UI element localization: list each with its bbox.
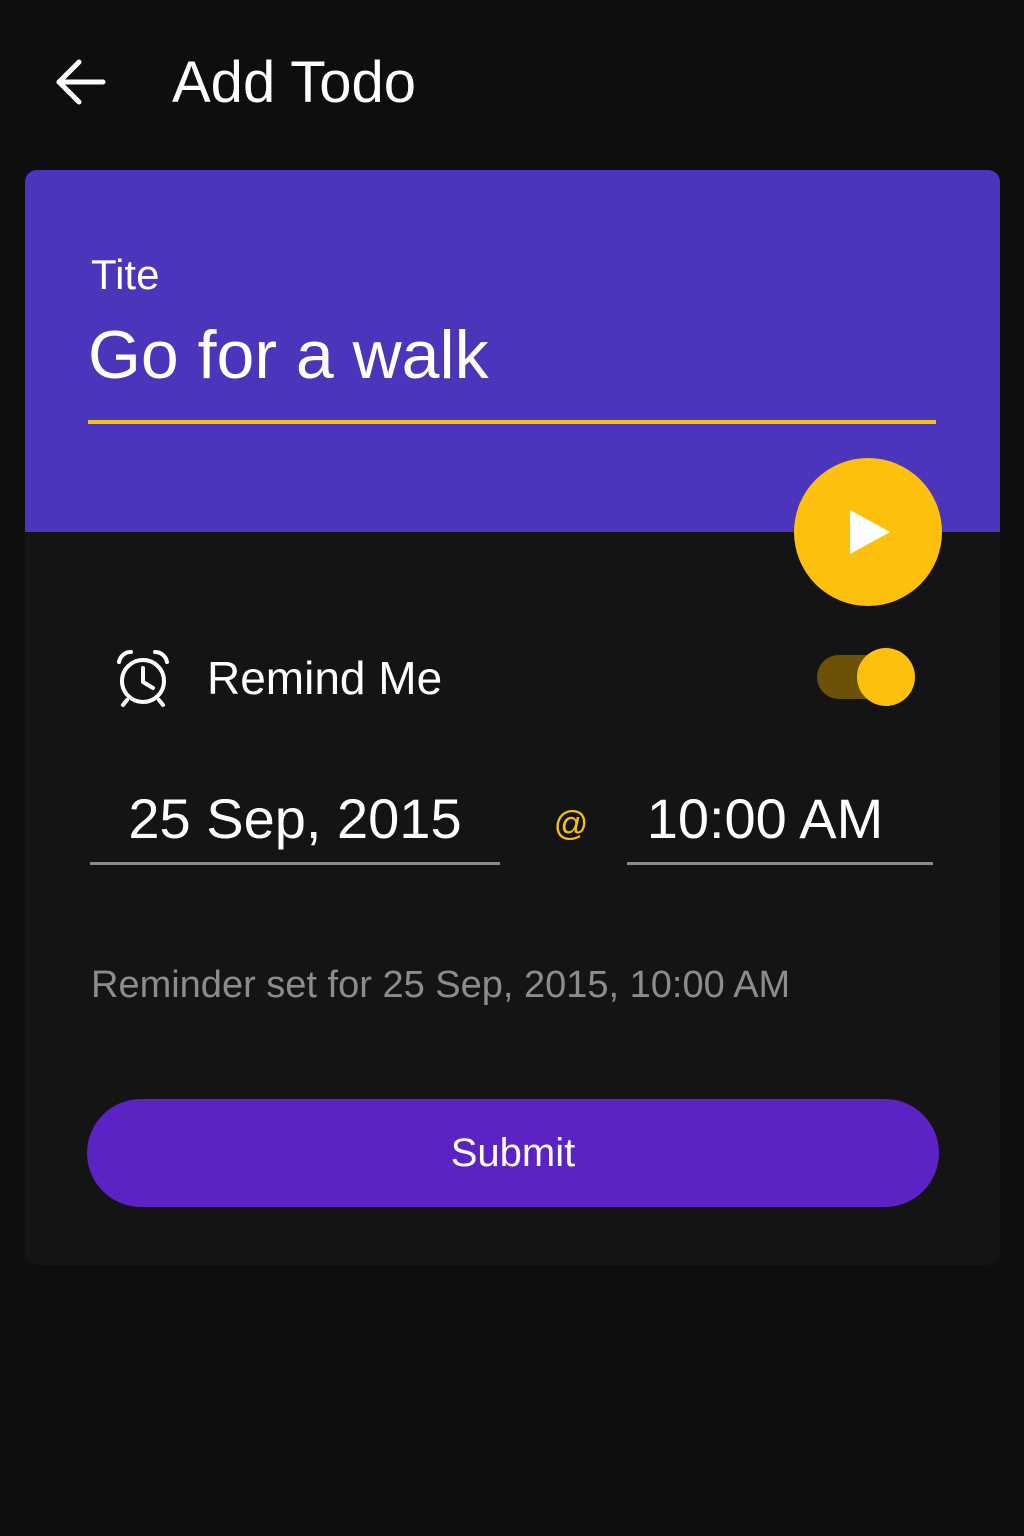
back-button[interactable] [48, 50, 112, 114]
page-title: Add Todo [172, 50, 417, 115]
play-fab-button[interactable] [794, 458, 942, 606]
toggle-thumb [857, 648, 915, 706]
todo-form-card: Tite Remind Me 25 Sep, 2015 @ 10:00 AM [25, 170, 1000, 1265]
remind-me-row: Remind Me [25, 640, 1000, 716]
play-icon [850, 510, 890, 554]
remind-me-toggle[interactable] [815, 648, 915, 706]
date-underline [90, 862, 500, 865]
app-bar: Add Todo [0, 0, 1024, 165]
arrow-left-icon [56, 59, 106, 105]
reminder-summary-text: Reminder set for 25 Sep, 2015, 10:00 AM [91, 964, 791, 1006]
submit-button[interactable]: Submit [87, 1099, 939, 1207]
alarm-clock-icon [117, 649, 169, 707]
time-value: 10:00 AM [646, 787, 884, 850]
title-input-underline [88, 420, 936, 424]
time-underline [627, 862, 933, 865]
remind-me-label: Remind Me [207, 652, 443, 704]
title-field-label: Tite [91, 251, 160, 298]
date-picker-field[interactable]: 25 Sep, 2015 [90, 778, 500, 868]
date-value: 25 Sep, 2015 [128, 787, 462, 850]
title-input[interactable] [88, 310, 936, 400]
at-separator: @ [553, 805, 589, 843]
time-picker-field[interactable]: 10:00 AM [627, 778, 933, 868]
